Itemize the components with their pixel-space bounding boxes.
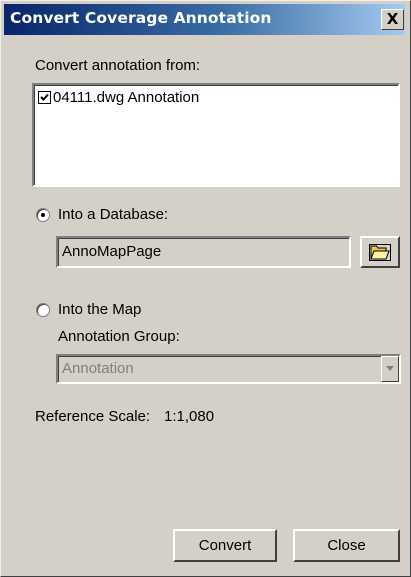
- into-database-radio[interactable]: [36, 208, 50, 222]
- reference-scale-label: Reference Scale:: [35, 408, 151, 425]
- convert-from-label: Convert annotation from:: [35, 57, 201, 74]
- annotation-group-value: Annotation: [62, 360, 134, 377]
- annotation-group-label: Annotation Group:: [58, 328, 180, 345]
- close-button[interactable]: Close: [293, 529, 400, 562]
- checkmark-icon: [40, 93, 49, 101]
- database-name-field[interactable]: AnnoMapPage: [56, 236, 351, 268]
- browse-database-button[interactable]: [360, 236, 400, 268]
- radio-selected-dot: [41, 213, 45, 217]
- convert-coverage-annotation-dialog: Convert Coverage Annotation X Convert an…: [0, 0, 411, 577]
- into-database-label[interactable]: Into a Database:: [58, 206, 168, 223]
- dropdown-arrow-button[interactable]: [381, 356, 399, 382]
- dialog-title: Convert Coverage Annotation: [10, 9, 272, 27]
- reference-scale-value: 1:1,080: [164, 408, 215, 425]
- chevron-down-icon: [386, 366, 394, 371]
- source-annotation-list[interactable]: 04111.dwg Annotation: [32, 83, 400, 187]
- title-bar: Convert Coverage Annotation X: [4, 4, 405, 35]
- convert-button[interactable]: Convert: [173, 529, 277, 562]
- folder-open-icon: [369, 244, 391, 261]
- annotation-group-dropdown[interactable]: Annotation: [56, 354, 401, 384]
- list-item[interactable]: 04111.dwg Annotation: [38, 89, 199, 106]
- into-map-radio[interactable]: [36, 303, 50, 317]
- annotation-item-label: 04111.dwg Annotation: [53, 89, 200, 106]
- annotation-checkbox[interactable]: [38, 91, 51, 104]
- into-map-label[interactable]: Into the Map: [58, 301, 141, 318]
- close-window-button[interactable]: X: [381, 9, 404, 30]
- database-name-value: AnnoMapPage: [62, 243, 162, 260]
